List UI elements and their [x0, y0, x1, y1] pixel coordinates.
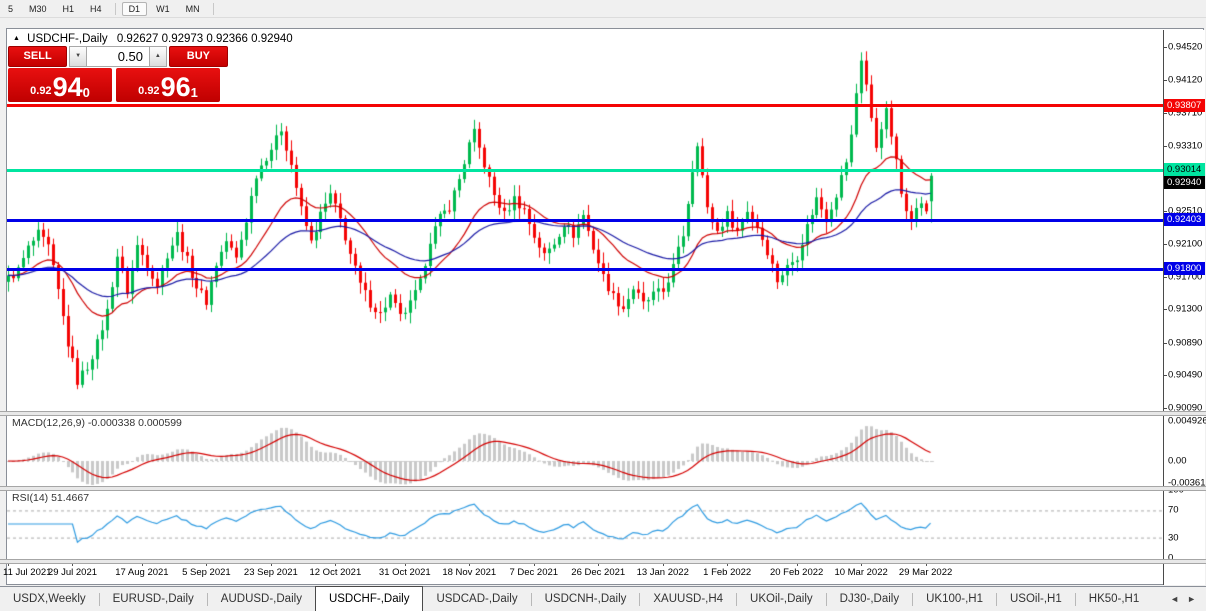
chart-tab-usdx-weekly[interactable]: USDX,Weekly [0, 587, 99, 611]
chart-tab-bar: USDX,Weekly EURUSD-,Daily AUDUSD-,Daily USD… [0, 586, 1206, 611]
time-axis-label: 29 Mar 2022 [898, 567, 953, 578]
time-axis-label: 1 Feb 2022 [703, 567, 752, 578]
buy-price-small: 0.92 [138, 85, 160, 97]
chart-tab-usoil-h1[interactable]: USOil-,H1 [997, 587, 1075, 611]
price-axis-label: 0.90490 [1168, 369, 1203, 381]
toolbar-separator [114, 2, 116, 15]
sell-price-big: 94 [52, 72, 83, 102]
axis-tick-mark [1163, 375, 1167, 377]
axis-tick-mark [1163, 113, 1167, 114]
timeframe-toolbar: 5 M30 H1 H4 D1 W1 MN [0, 0, 1206, 18]
macd-label: MACD(12,26,9) -0.000338 0.000599 [12, 417, 182, 429]
axis-tick-mark [1163, 244, 1167, 246]
rsi-pane-splitter[interactable] [0, 486, 1206, 491]
tab-scroll-right-icon[interactable]: ► [1183, 594, 1200, 604]
sell-button[interactable]: SELL [8, 46, 68, 67]
one-click-trading-widget: SELL ▼ ▲ BUY 0.92 94 0 0.92 96 1 [8, 46, 228, 102]
chart-tab-usdcnh-daily[interactable]: USDCNH-,Daily [532, 587, 640, 611]
axis-tick-mark [1163, 79, 1167, 81]
price-level-line-0.92403[interactable] [7, 218, 1163, 222]
buy-price-sup: 1 [190, 85, 198, 100]
toolbar-separator [212, 2, 214, 15]
volume-increase-button[interactable]: ▲ [149, 46, 167, 67]
chart-tab-hk50-h1[interactable]: HK50-,H1 [1076, 587, 1153, 611]
price-axis-label: 0.90890 [1168, 337, 1203, 349]
macd-axis-label: 0.00 [1168, 455, 1187, 467]
axis-tick-mark [1163, 47, 1167, 48]
price-level-line-0.93807[interactable] [7, 104, 1163, 108]
price-axis-label: 0.92100 [1168, 238, 1203, 250]
time-axis-label: 20 Feb 2022 [769, 567, 824, 578]
time-axis-label: 13 Jan 2022 [636, 567, 689, 578]
chart-tab-eurusd-daily[interactable]: EURUSD-,Daily [100, 587, 207, 611]
chart-ohlc-values: 0.92627 0.92973 0.92366 0.92940 [116, 33, 293, 45]
timeframe-button-m30[interactable]: M30 [22, 2, 54, 16]
time-axis-label: 18 Nov 2021 [442, 567, 497, 578]
price-axis-label: 0.94520 [1168, 41, 1203, 53]
rsi-label: RSI(14) 51.4667 [12, 492, 90, 504]
rsi-axis-label: 30 [1168, 532, 1179, 544]
price-axis-label: 0.91300 [1168, 303, 1203, 315]
sell-price-panel[interactable]: 0.92 94 0 [8, 68, 112, 102]
chart-symbol-label: USDCHF-,Daily [27, 33, 108, 45]
sell-price-sup: 0 [82, 85, 90, 100]
price-level-badge: 0.92403 [1164, 213, 1205, 227]
mt5-window: { "toolbar": { "timeframes": ["5","M30",… [0, 0, 1206, 611]
chart-tab-usdchf-daily[interactable]: USDCHF-,Daily [314, 586, 424, 611]
time-axis-label: 11 Jul 2021 [3, 567, 52, 578]
current-price-badge: 0.92940 [1164, 176, 1205, 190]
price-axis-label: 0.94120 [1168, 74, 1203, 86]
buy-price-big: 96 [160, 72, 191, 102]
axis-tick-mark [1163, 276, 1167, 278]
time-axis-label: 12 Oct 2021 [309, 567, 362, 578]
timeframe-button-h4[interactable]: H4 [83, 2, 109, 16]
macd-pane-splitter[interactable] [0, 411, 1206, 416]
time-axis-label: 17 Aug 2021 [115, 567, 169, 578]
timescale-splitter[interactable] [0, 559, 1206, 564]
macd-values: -0.000338 0.000599 [87, 417, 182, 429]
axis-tick-mark [1163, 342, 1167, 344]
time-axis-label: 10 Mar 2022 [834, 567, 888, 578]
axis-tick-mark [1163, 309, 1167, 311]
price-level-badge: 0.91800 [1164, 262, 1205, 276]
rsi-axis-label: 70 [1168, 504, 1179, 516]
sell-price-small: 0.92 [30, 85, 52, 97]
chart-tab-xauusd-h4[interactable]: XAUUSD-,H4 [640, 587, 736, 611]
time-axis-label: 23 Sep 2021 [243, 567, 298, 578]
chart-tab-uk100-h1[interactable]: UK100-,H1 [913, 587, 996, 611]
chart-tab-usdcad-daily[interactable]: USDCAD-,Daily [423, 587, 530, 611]
chart-tab-ukoil-daily[interactable]: UKOil-,Daily [737, 587, 826, 611]
time-axis-label: 26 Dec 2021 [571, 567, 626, 578]
price-level-line-0.93014[interactable] [7, 168, 1163, 172]
price-axis-label: 0.93310 [1168, 140, 1203, 152]
time-axis-label: 31 Oct 2021 [378, 567, 431, 578]
tab-scroll-left-icon[interactable]: ◄ [1166, 594, 1183, 604]
timeframe-button-h1[interactable]: H1 [56, 2, 82, 16]
time-axis-label: 5 Sep 2021 [182, 567, 231, 578]
price-level-line-0.91800[interactable] [7, 267, 1163, 271]
timeframe-button-w1[interactable]: W1 [149, 2, 177, 16]
buy-button[interactable]: BUY [168, 46, 228, 67]
axis-tick-mark [1163, 408, 1167, 409]
timeframe-button-5[interactable]: 5 [1, 2, 20, 16]
chart-tab-dj30-daily[interactable]: DJ30-,Daily [827, 587, 912, 611]
time-axis-label: 7 Dec 2021 [509, 567, 559, 578]
price-level-badge: 0.93014 [1164, 163, 1205, 177]
price-chart-canvas[interactable] [7, 30, 1163, 563]
timeframe-button-mn[interactable]: MN [179, 2, 207, 16]
buy-price-panel[interactable]: 0.92 96 1 [116, 68, 220, 102]
axis-tick-mark [1163, 210, 1167, 212]
chart-title: ▲ USDCHF-,Daily 0.92627 0.92973 0.92366 … [13, 33, 293, 45]
axis-tick-mark [1163, 145, 1167, 147]
macd-axis-label: 0.004926 [1168, 415, 1206, 427]
volume-decrease-button[interactable]: ▼ [69, 46, 87, 67]
collapse-triangle-icon[interactable]: ▲ [13, 35, 20, 42]
tab-scroll-buttons: ◄ ► [1166, 587, 1206, 611]
chart-tab-audusd-daily[interactable]: AUDUSD-,Daily [208, 587, 315, 611]
price-level-badge: 0.93807 [1164, 98, 1205, 112]
volume-input[interactable] [87, 46, 149, 67]
time-axis-label: 29 Jul 2021 [47, 567, 98, 578]
timeframe-button-d1[interactable]: D1 [121, 1, 148, 16]
